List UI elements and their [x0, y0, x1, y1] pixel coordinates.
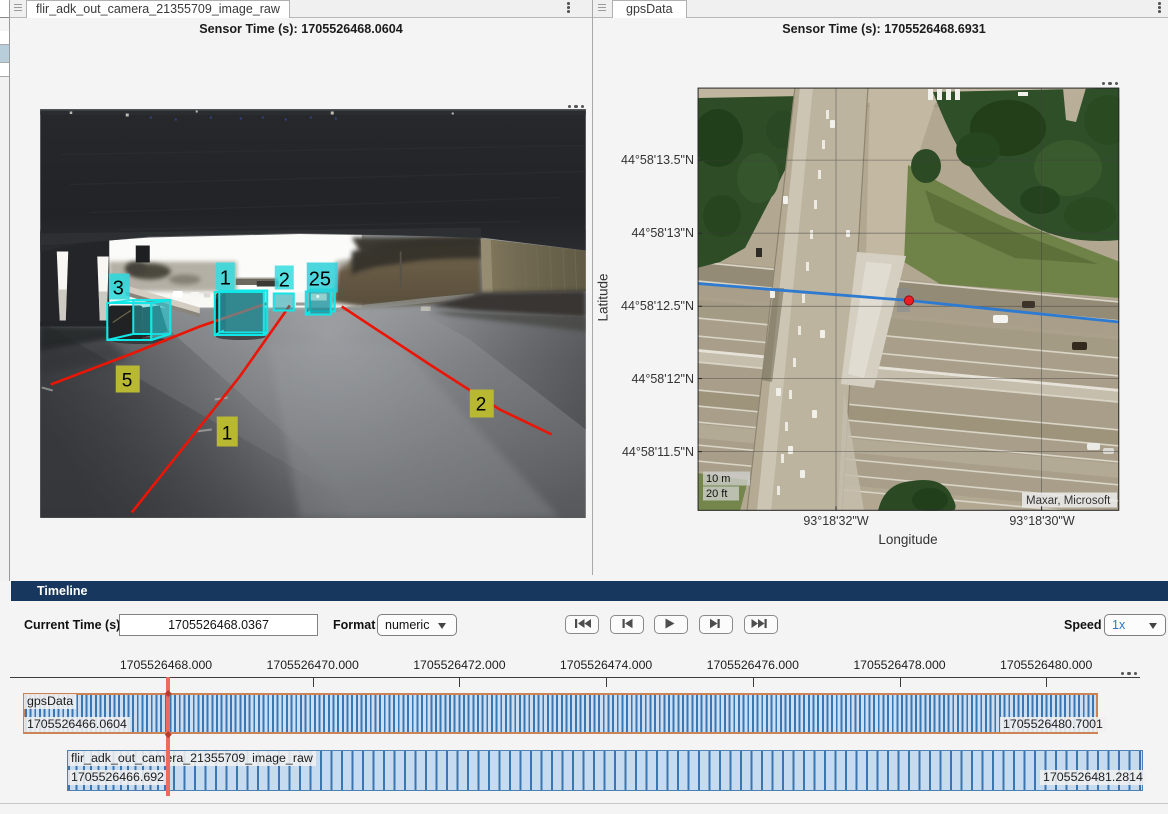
- svg-text:2: 2: [476, 395, 487, 416]
- svg-text:2: 2: [279, 270, 290, 292]
- svg-text:20 ft: 20 ft: [706, 488, 727, 500]
- svg-text:10 m: 10 m: [706, 473, 730, 485]
- svg-text:Maxar, Microsoft: Maxar, Microsoft: [1026, 495, 1111, 507]
- svg-text:5: 5: [122, 371, 133, 392]
- svg-text:3: 3: [113, 278, 124, 300]
- svg-text:25: 25: [309, 269, 331, 291]
- svg-text:1: 1: [222, 424, 233, 445]
- svg-text:1: 1: [220, 268, 231, 290]
